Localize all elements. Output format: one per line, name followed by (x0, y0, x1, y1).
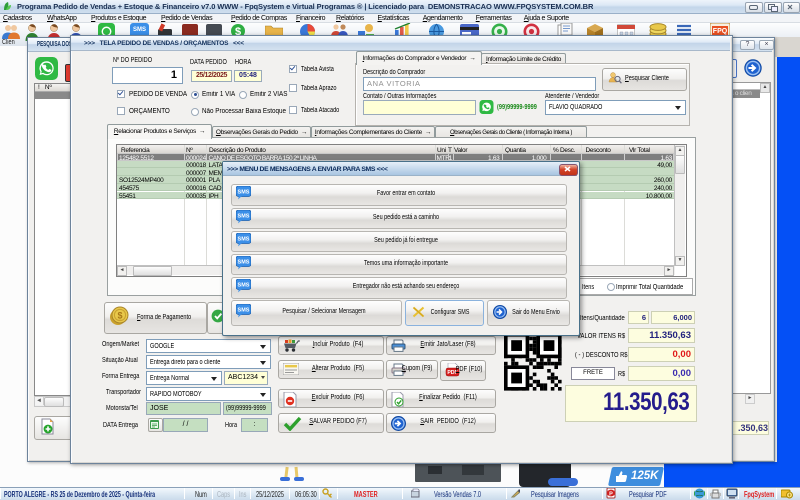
svg-text:SMS: SMS (238, 308, 250, 314)
svg-text:SMS: SMS (238, 190, 250, 196)
svg-text:SMS: SMS (238, 283, 250, 289)
svg-text:SMS: SMS (238, 259, 250, 265)
svg-text:P: P (609, 491, 613, 497)
svg-text:FPQ: FPQ (713, 28, 728, 35)
svg-text:$: $ (117, 311, 122, 321)
svg-text:SMS: SMS (238, 213, 250, 219)
svg-text:SMS: SMS (238, 236, 250, 242)
